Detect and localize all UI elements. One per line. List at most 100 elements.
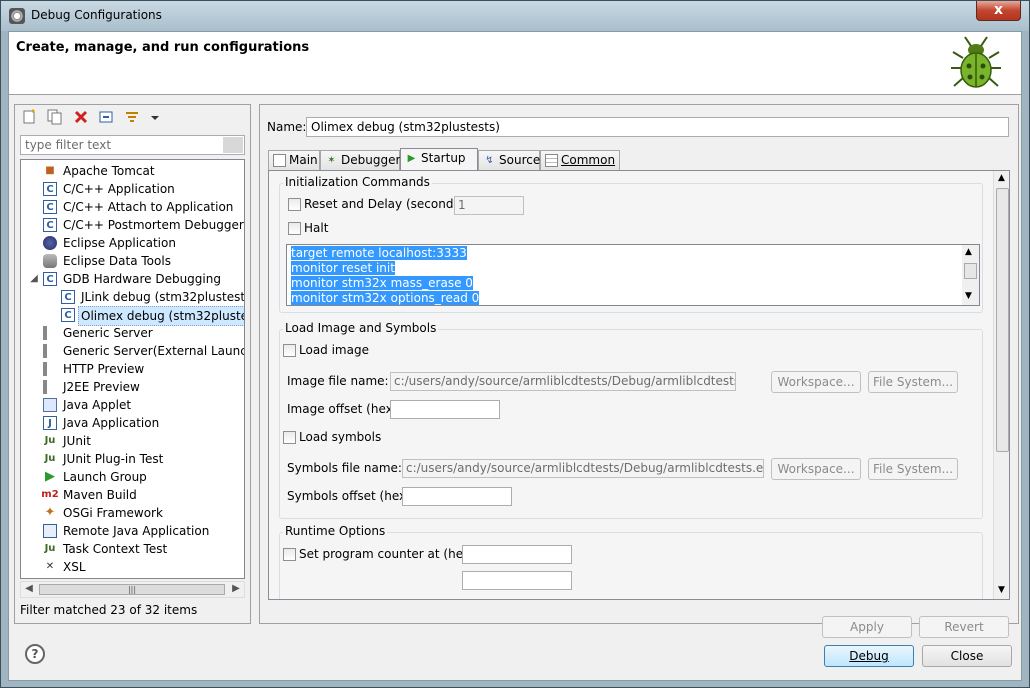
- tree-item-eclipse-application[interactable]: Eclipse Application: [21, 234, 244, 252]
- tree-item-remote-java-application[interactable]: Remote Java Application: [21, 522, 244, 540]
- command-line: target remote localhost:3333: [291, 246, 467, 260]
- help-icon[interactable]: ?: [25, 644, 45, 664]
- duplicate-icon[interactable]: [47, 109, 63, 125]
- scroll-up-icon[interactable]: ▲: [965, 247, 972, 257]
- delete-icon[interactable]: [73, 109, 89, 125]
- junit-icon: Ju: [44, 453, 56, 464]
- tree-item-generic-server-external[interactable]: Generic Server(External Launch): [21, 342, 244, 360]
- main-tab-icon: [273, 154, 286, 167]
- close-button[interactable]: Close: [922, 645, 1012, 667]
- reset-delay-label: Reset and Delay (seconds):: [304, 197, 469, 211]
- init-commands-group: Initialization Commands Reset and Delay …: [279, 175, 983, 313]
- scrollbar-thumb[interactable]: [964, 263, 977, 279]
- tab-common[interactable]: Common: [540, 150, 620, 170]
- tab-main[interactable]: Main: [268, 150, 320, 170]
- tree-item-label: Eclipse Application: [63, 236, 176, 250]
- configuration-tree[interactable]: ■ Apache Tomcat C C/C++ Application C C/…: [20, 159, 245, 579]
- scroll-down-icon[interactable]: ▼: [965, 291, 972, 301]
- load-symbols-checkbox[interactable]: [283, 431, 296, 444]
- scroll-left-icon[interactable]: ◀: [22, 583, 36, 594]
- tree-item-apache-tomcat[interactable]: ■ Apache Tomcat: [21, 162, 244, 180]
- startup-tab-body: Initialization Commands Reset and Delay …: [268, 170, 1010, 600]
- halt-label: Halt: [304, 221, 329, 235]
- banner-title: Create, manage, and run configurations: [16, 40, 310, 55]
- scroll-up-icon[interactable]: ▲: [998, 173, 1005, 183]
- commands-scrollbar[interactable]: ▲ ▼: [962, 245, 979, 305]
- tree-item-generic-server[interactable]: Generic Server: [21, 324, 244, 342]
- tab-startup[interactable]: ▶ Startup: [400, 148, 478, 171]
- common-tab-icon: [545, 154, 558, 167]
- c-icon: C: [43, 272, 57, 286]
- init-commands-textarea[interactable]: target remote localhost:3333 monitor res…: [286, 244, 980, 306]
- load-symbols-label: Load symbols: [299, 430, 382, 444]
- startup-vertical-scrollbar[interactable]: ▲ ▼: [993, 171, 1009, 599]
- osgi-icon: ✦: [44, 505, 56, 520]
- tree-item-cpp-attach[interactable]: C C/C++ Attach to Application: [21, 198, 244, 216]
- image-workspace-button[interactable]: Workspace...: [771, 371, 861, 393]
- partial-hidden-input[interactable]: [462, 571, 572, 590]
- tree-item-label: XSL: [63, 560, 86, 574]
- clear-filter-icon[interactable]: [223, 137, 243, 153]
- set-pc-input[interactable]: [462, 545, 572, 564]
- scroll-right-icon[interactable]: ▶: [229, 583, 243, 594]
- tree-item-cpp-postmortem[interactable]: C C/C++ Postmortem Debugger: [21, 216, 244, 234]
- applet-icon: [43, 398, 57, 412]
- tree-item-cpp-application[interactable]: C C/C++ Application: [21, 180, 244, 198]
- set-pc-checkbox[interactable]: [283, 548, 296, 561]
- server-icon: [43, 344, 57, 358]
- tree-item-java-applet[interactable]: Java Applet: [21, 396, 244, 414]
- filter-icon[interactable]: [124, 109, 140, 125]
- tree-item-junit-plugin-test[interactable]: Ju JUnit Plug-in Test: [21, 450, 244, 468]
- tree-item-xsl[interactable]: ✕ XSL: [21, 558, 244, 576]
- image-offset-input[interactable]: [390, 400, 500, 419]
- halt-checkbox[interactable]: [288, 222, 301, 235]
- tree-item-label: GDB Hardware Debugging: [63, 272, 221, 286]
- tree-item-label: C/C++ Postmortem Debugger: [63, 218, 244, 232]
- image-file-input[interactable]: c:/users/andy/source/armliblcdtests/Debu…: [390, 372, 736, 391]
- tree-item-olimex-debug[interactable]: C Olimex debug (stm32plustests): [21, 306, 244, 326]
- image-filesystem-button[interactable]: File System...: [868, 371, 958, 393]
- tree-item-osgi-framework[interactable]: ✦ OSGi Framework: [21, 504, 244, 522]
- symbols-filesystem-button[interactable]: File System...: [868, 458, 958, 480]
- tree-item-maven-build[interactable]: m2 Maven Build: [21, 486, 244, 504]
- tree-item-jlink-debug[interactable]: C JLink debug (stm32plustests): [21, 288, 244, 306]
- tree-item-label: Java Application: [63, 416, 160, 430]
- filter-input[interactable]: type filter text: [20, 135, 245, 155]
- load-image-label: Load image: [299, 343, 369, 357]
- reset-delay-input[interactable]: 1: [454, 196, 524, 215]
- scroll-down-icon[interactable]: ▼: [998, 585, 1005, 595]
- name-input[interactable]: Olimex debug (stm32plustests): [306, 117, 1009, 137]
- tree-item-task-context-test[interactable]: Ju Task Context Test: [21, 540, 244, 558]
- load-image-checkbox[interactable]: [283, 344, 296, 357]
- tree-item-label: JUnit Plug-in Test: [63, 452, 164, 466]
- tree-item-java-application[interactable]: J Java Application: [21, 414, 244, 432]
- name-label: Name:: [267, 120, 307, 134]
- scrollbar-thumb[interactable]: [996, 188, 1009, 452]
- tree-horizontal-scrollbar[interactable]: ◀ ||| ▶: [20, 581, 245, 598]
- tree-item-http-preview[interactable]: HTTP Preview: [21, 360, 244, 378]
- tree-item-label: JUnit: [63, 434, 91, 448]
- tree-item-eclipse-data-tools[interactable]: Eclipse Data Tools: [21, 252, 244, 270]
- tree-item-gdb-hardware-debugging[interactable]: ◢ C GDB Hardware Debugging: [21, 270, 244, 288]
- tree-item-label: Apache Tomcat: [63, 164, 155, 178]
- window-close-button[interactable]: x: [976, 1, 1021, 21]
- tree-item-junit[interactable]: Ju JUnit: [21, 432, 244, 450]
- tree-item-launch-group[interactable]: ▶ Launch Group: [21, 468, 244, 486]
- server-icon: [43, 326, 57, 340]
- symbols-offset-input[interactable]: [402, 487, 512, 506]
- symbols-workspace-button[interactable]: Workspace...: [771, 458, 861, 480]
- chevron-down-icon[interactable]: [150, 109, 160, 125]
- tree-item-label: Olimex debug (stm32plustests): [78, 306, 244, 326]
- new-configuration-icon[interactable]: [21, 109, 37, 125]
- tab-debugger[interactable]: ✶ Debugger: [320, 150, 400, 170]
- expand-triangle-icon[interactable]: ◢: [27, 272, 41, 286]
- scrollbar-thumb[interactable]: |||: [39, 584, 225, 595]
- reset-delay-checkbox[interactable]: [288, 198, 301, 211]
- debug-configurations-window: Debug Configurations x Create, manage, a…: [0, 0, 1030, 688]
- tab-source[interactable]: ↯ Source: [478, 150, 540, 170]
- debug-button[interactable]: Debug: [824, 645, 914, 667]
- collapse-all-icon[interactable]: [98, 109, 114, 125]
- title-bar[interactable]: Debug Configurations x: [1, 1, 1029, 31]
- symbols-file-input[interactable]: c:/users/andy/source/armliblcdtests/Debu…: [402, 459, 764, 478]
- tree-item-j2ee-preview[interactable]: J2EE Preview: [21, 378, 244, 396]
